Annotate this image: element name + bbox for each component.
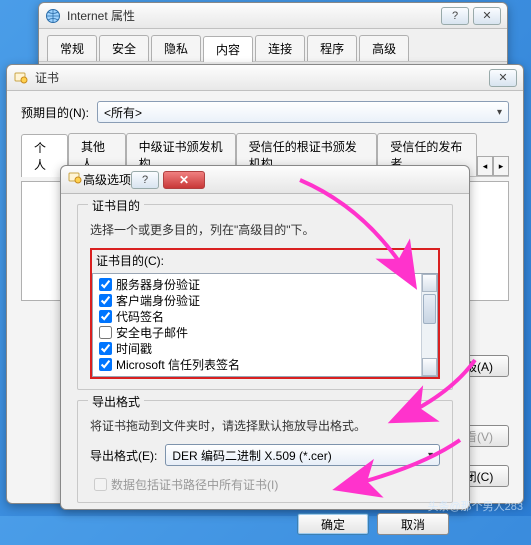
include-path-label: 数据包括证书路径中所有证书(I) (111, 476, 278, 493)
tab-privacy[interactable]: 隐私 (151, 35, 201, 61)
ok-button[interactable]: 确定 (297, 513, 369, 535)
purpose-checkbox[interactable] (99, 326, 112, 339)
titlebar: 高级选项 ? ✕ (61, 166, 469, 194)
tab-content[interactable]: 内容 (203, 36, 253, 62)
purpose-hint: 选择一个或更多目的，列在"高级目的"下。 (90, 221, 440, 238)
export-group-legend: 导出格式 (88, 393, 144, 410)
tab-advanced[interactable]: 高级 (359, 35, 409, 61)
intended-purpose-label: 预期目的(N): (21, 104, 89, 121)
purpose-item[interactable]: Microsoft 信任列表签名 (95, 356, 419, 372)
help-button[interactable]: ? (131, 171, 159, 189)
purpose-highlight-box: 证书目的(C): 服务器身份验证 客户端身份验证 代码签名 安全电子邮件 时间戳… (90, 248, 440, 379)
purpose-group-legend: 证书目的 (88, 197, 144, 214)
export-hint: 将证书拖动到文件夹时，请选择默认拖放导出格式。 (90, 417, 440, 434)
ie-tabs: 常规 安全 隐私 内容 连接 程序 高级 (39, 29, 507, 62)
purpose-checkbox[interactable] (99, 310, 112, 323)
intended-purpose-value: <所有> (104, 104, 142, 121)
purpose-item[interactable]: 客户端身份验证 (95, 292, 419, 308)
advanced-options-dialog: 高级选项 ? ✕ 证书目的 选择一个或更多目的，列在"高级目的"下。 证书目的(… (60, 165, 470, 510)
purpose-item[interactable]: 安全电子邮件 (95, 324, 419, 340)
globe-icon (45, 8, 61, 24)
dialog-title: 高级选项 (83, 171, 131, 188)
purpose-checkbox[interactable] (99, 358, 112, 371)
tab-security[interactable]: 安全 (99, 35, 149, 61)
purpose-list-label: 证书目的(C): (92, 250, 438, 273)
certificate-icon (13, 70, 29, 86)
close-button[interactable]: ✕ (473, 7, 501, 25)
export-format-label: 导出格式(E): (90, 447, 157, 464)
purpose-checkbox[interactable] (99, 294, 112, 307)
include-path-checkbox (94, 478, 107, 491)
certificate-icon (67, 170, 83, 189)
purpose-groupbox: 证书目的 选择一个或更多目的，列在"高级目的"下。 证书目的(C): 服务器身份… (77, 204, 453, 390)
tab-scroll-left[interactable]: ◂ (477, 156, 493, 176)
purpose-item[interactable]: 代码签名 (95, 308, 419, 324)
help-button[interactable]: ? (441, 7, 469, 25)
purpose-item[interactable]: 服务器身份验证 (95, 276, 419, 292)
purpose-checklist: 服务器身份验证 客户端身份验证 代码签名 安全电子邮件 时间戳 Microsof… (92, 273, 438, 377)
watermark: 头条@那个男人283 (427, 498, 523, 514)
close-button[interactable]: ✕ (489, 69, 517, 87)
export-format-combo[interactable]: DER 编码二进制 X.509 (*.cer) (165, 444, 440, 466)
window-title: 证书 (35, 69, 489, 86)
tab-scroll-right[interactable]: ▸ (493, 156, 509, 176)
tab-general[interactable]: 常规 (47, 35, 97, 61)
titlebar: 证书 ✕ (7, 65, 523, 91)
export-format-value: DER 编码二进制 X.509 (*.cer) (172, 447, 331, 464)
include-path-row[interactable]: 数据包括证书路径中所有证书(I) (90, 476, 440, 492)
purpose-checkbox[interactable] (99, 278, 112, 291)
scroll-thumb[interactable] (423, 294, 436, 324)
checklist-scrollbar[interactable] (421, 274, 437, 376)
cancel-button[interactable]: 取消 (377, 513, 449, 535)
titlebar: Internet 属性 ? ✕ (39, 3, 507, 29)
purpose-checkbox[interactable] (99, 342, 112, 355)
tab-programs[interactable]: 程序 (307, 35, 357, 61)
export-groupbox: 导出格式 将证书拖动到文件夹时，请选择默认拖放导出格式。 导出格式(E): DE… (77, 400, 453, 503)
intended-purpose-combo[interactable]: <所有> (97, 101, 509, 123)
tab-connections[interactable]: 连接 (255, 35, 305, 61)
close-button[interactable]: ✕ (163, 171, 205, 189)
window-title: Internet 属性 (67, 7, 441, 24)
purpose-item[interactable]: 时间戳 (95, 340, 419, 356)
